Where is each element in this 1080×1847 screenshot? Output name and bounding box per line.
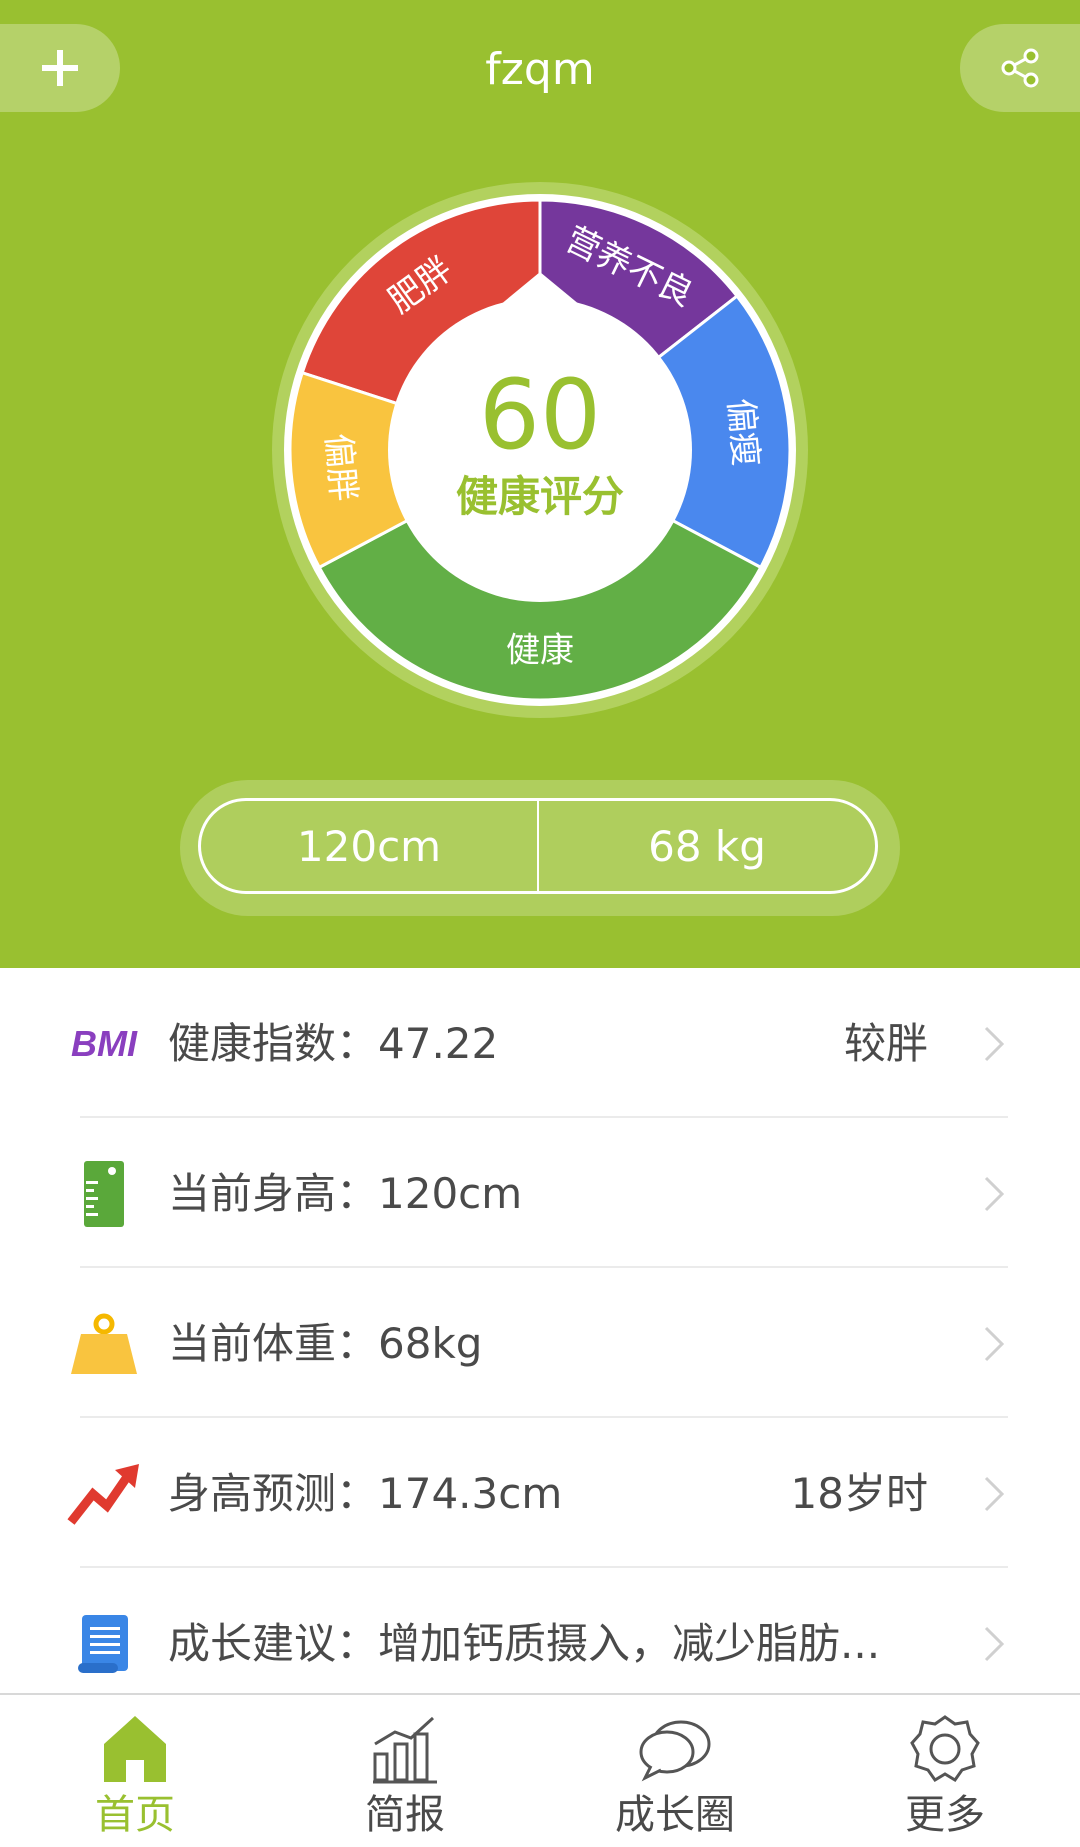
list-item-prediction[interactable]: 身高预测：174.3cm 18岁时 [0, 1418, 1080, 1568]
tab-growth-circle[interactable]: 成长圈 [575, 1709, 775, 1845]
tab-label: 简报 [365, 1792, 445, 1838]
header: fzqm 肥胖 营养不良 偏瘦 健康 偏胖 60 健康评分 120cm 68 kg [0, 0, 1080, 968]
tab-report[interactable]: 简报 [305, 1709, 505, 1845]
chevron-right-icon [984, 1476, 1005, 1512]
weight-value: 68kg [378, 1319, 483, 1368]
scroll-icon [64, 1608, 144, 1680]
height-label: 当前身高： [168, 1169, 379, 1218]
home-icon [35, 1709, 235, 1789]
list-item-height[interactable]: 当前身高：120cm [0, 1118, 1080, 1268]
height-display[interactable]: 120cm [201, 801, 537, 891]
bmi-status: 较胖 [843, 1019, 928, 1068]
advice-value: 增加钙质摄入，减少脂肪... [378, 1619, 881, 1668]
chevron-right-icon [984, 1626, 1005, 1662]
chat-bubbles-icon [575, 1709, 775, 1789]
prediction-value: 174.3cm [378, 1469, 563, 1518]
tab-label: 成长圈 [615, 1792, 735, 1838]
weight-display[interactable]: 68 kg [539, 801, 875, 891]
chevron-right-icon [984, 1026, 1005, 1062]
bmi-icon: BMI [71, 1023, 137, 1064]
info-list: BMI 健康指数：47.22 较胖 当前身高：120cm 当前体重：68kg 身… [0, 968, 1080, 1718]
chevron-right-icon [984, 1326, 1005, 1362]
prediction-label: 身高预测： [168, 1469, 379, 1518]
dial-segment-label: 健康 [506, 631, 574, 671]
share-button[interactable] [960, 24, 1080, 112]
ruler-icon [64, 1158, 144, 1230]
list-item-bmi[interactable]: BMI 健康指数：47.22 较胖 [0, 968, 1080, 1118]
tab-more[interactable]: 更多 [845, 1709, 1045, 1845]
gear-icon [845, 1709, 1045, 1789]
weight-icon [64, 1308, 144, 1380]
prediction-age: 18岁时 [790, 1469, 928, 1518]
tab-label: 首页 [95, 1792, 175, 1838]
advice-label: 成长建议： [168, 1619, 379, 1668]
bottom-tab-bar: 首页 简报 成长圈 更多 [0, 1693, 1080, 1847]
list-item-weight[interactable]: 当前体重：68kg [0, 1268, 1080, 1418]
tab-home[interactable]: 首页 [35, 1709, 235, 1845]
bar-chart-icon [305, 1709, 505, 1789]
measurement-capsule: 120cm 68 kg [180, 780, 900, 916]
tab-label: 更多 [905, 1792, 985, 1838]
health-score-value: 60 [478, 359, 602, 471]
page-title: fzqm [485, 44, 595, 95]
health-score-label: 健康评分 [455, 472, 624, 521]
bmi-label: 健康指数： [168, 1019, 379, 1068]
weight-label: 当前体重： [168, 1319, 379, 1368]
health-dial: 肥胖 营养不良 偏瘦 健康 偏胖 60 健康评分 [270, 180, 810, 720]
bmi-value: 47.22 [378, 1019, 499, 1068]
height-value: 120cm [378, 1169, 523, 1218]
trend-up-icon [64, 1458, 144, 1530]
share-icon [1001, 48, 1039, 88]
chevron-right-icon [984, 1176, 1005, 1212]
